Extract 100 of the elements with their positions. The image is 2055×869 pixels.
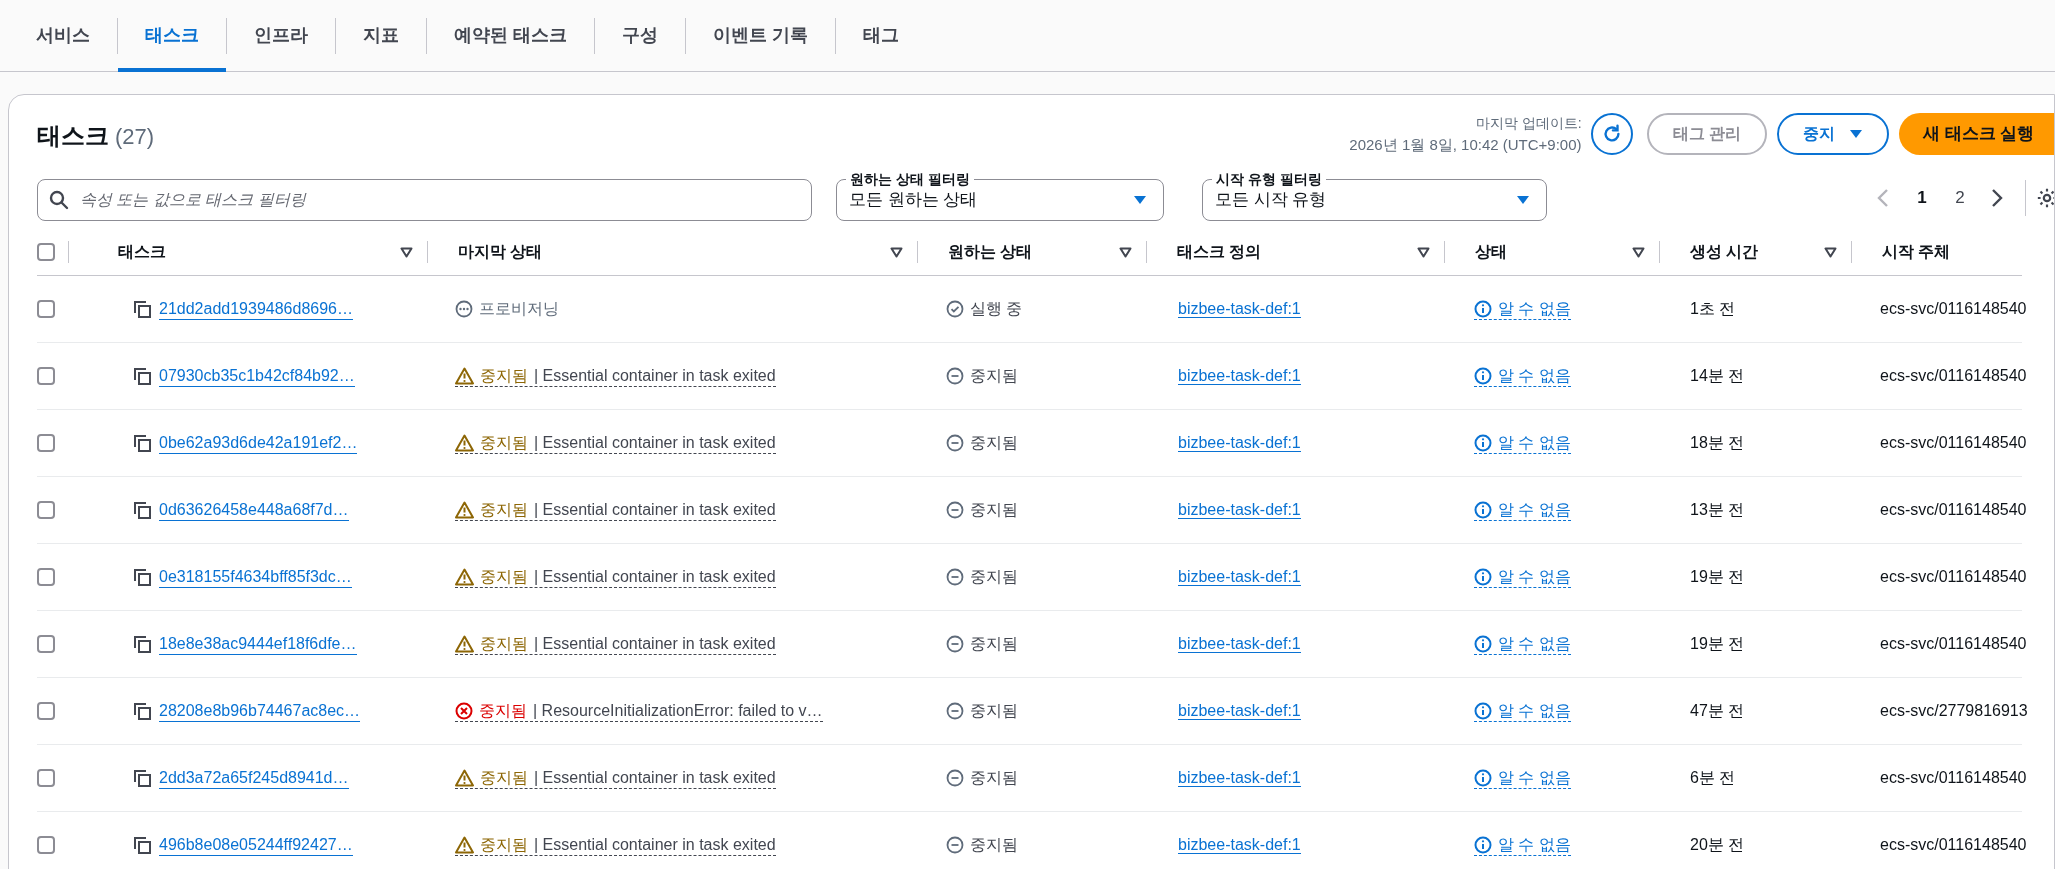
column-header[interactable]: 원하는 상태 (948, 240, 1033, 264)
caret-down-icon[interactable] (400, 246, 413, 258)
checkbox[interactable] (37, 836, 55, 854)
tab[interactable]: 이벤트 기록 (686, 0, 836, 72)
task-definition-link[interactable]: bizbee-task-def:1 (1178, 568, 1301, 586)
tab[interactable]: 예약된 태스크 (427, 0, 594, 72)
status-reason: | Essential container in task exited (534, 834, 776, 855)
tab[interactable]: 태그 (836, 0, 927, 72)
item-count: (27) (115, 123, 155, 151)
checkbox[interactable] (37, 300, 55, 318)
status-popover-trigger[interactable]: 중지됨 | Essential container in task exited (455, 432, 776, 454)
checkbox[interactable] (37, 501, 55, 519)
copy-icon[interactable] (134, 367, 151, 385)
task-link[interactable]: 28208e8b96b74467ac8ec… (159, 700, 361, 722)
health-status-link[interactable]: 알 수 없음 (1474, 499, 1571, 521)
caret-down-icon[interactable] (1119, 246, 1132, 258)
tab[interactable]: 구성 (595, 0, 685, 72)
task-link[interactable]: 496b8e08e05244ff92427… (159, 834, 353, 856)
task-definition-link[interactable]: bizbee-task-def:1 (1178, 501, 1301, 519)
status-label: 중지됨 (970, 433, 1018, 453)
copy-icon[interactable] (134, 434, 151, 452)
health-status-link[interactable]: 알 수 없음 (1474, 298, 1571, 320)
checkbox[interactable] (37, 243, 55, 261)
health-status-link[interactable]: 알 수 없음 (1474, 365, 1571, 387)
health-status-link[interactable]: 알 수 없음 (1474, 834, 1571, 856)
last-updated-time: 2026년 1월 8일, 10:42 (UTC+9:00) (1349, 135, 1582, 155)
task-definition-link[interactable]: bizbee-task-def:1 (1178, 300, 1301, 318)
task-definition-link[interactable]: bizbee-task-def:1 (1178, 367, 1301, 385)
status-reason: | Essential container in task exited (534, 499, 776, 520)
caret-down-icon[interactable] (1417, 246, 1430, 258)
status-popover-trigger[interactable]: 중지됨 | Essential container in task exited (455, 633, 776, 655)
status-reason: | Essential container in task exited (534, 767, 776, 788)
checkbox[interactable] (37, 434, 55, 452)
checkbox[interactable] (37, 769, 55, 787)
copy-icon[interactable] (134, 769, 151, 787)
tab[interactable]: 태스크 (118, 0, 226, 72)
task-link[interactable]: 18e8e38ac9444ef18f6dfe… (159, 633, 357, 655)
caret-down-icon[interactable] (1824, 246, 1837, 258)
settings-icon[interactable] (2036, 187, 2054, 209)
page-link[interactable]: 2 (1941, 185, 1979, 211)
task-definition-link[interactable]: bizbee-task-def:1 (1178, 836, 1301, 854)
task-link[interactable]: 07930cb35c1b42cf84b92… (159, 365, 355, 387)
status-popover-trigger[interactable]: 중지됨 | ResourceInitializationError: failed to v… (455, 700, 823, 722)
dropdown-button[interactable]: 중지 (1777, 113, 1889, 155)
task-definition-link[interactable]: bizbee-task-def:1 (1178, 635, 1301, 653)
health-status-link[interactable]: 알 수 없음 (1474, 767, 1571, 789)
task-definition-link[interactable]: bizbee-task-def:1 (1178, 702, 1301, 720)
chevron-right-icon[interactable] (1991, 188, 2003, 208)
created-time: 18분 전 (1690, 434, 1745, 451)
status-reason: | Essential container in task exited (534, 633, 776, 654)
task-link[interactable]: 0be62a93d6de42a191ef2… (159, 432, 358, 454)
copy-icon[interactable] (134, 568, 151, 586)
status-popover-trigger[interactable]: 중지됨 | Essential container in task exited (455, 834, 776, 856)
started-by: ecs-svc/0116148540 (1880, 635, 2027, 652)
started-by: ecs-svc/0116148540 (1880, 434, 2027, 451)
task-link[interactable]: 2dd3a72a65f245d8941d… (159, 767, 349, 789)
column-header[interactable]: 생성 시간 (1690, 240, 1759, 264)
health-status-link[interactable]: 알 수 없음 (1474, 432, 1571, 454)
task-definition-link[interactable]: bizbee-task-def:1 (1178, 769, 1301, 787)
column-header[interactable]: 태스크 정의 (1177, 240, 1262, 264)
checkbox[interactable] (37, 568, 55, 586)
caret-down-icon[interactable] (1632, 246, 1645, 258)
column-header[interactable]: 태스크 (118, 240, 166, 264)
tab[interactable]: 서비스 (9, 0, 117, 72)
page-link[interactable]: 1 (1903, 185, 1941, 211)
search-field[interactable]: 속성 또는 값으로 태스크 필터링 (37, 179, 812, 221)
column-header[interactable]: 마지막 상태 (458, 240, 543, 264)
checkbox[interactable] (37, 367, 55, 385)
copy-icon[interactable] (134, 836, 151, 854)
task-definition-link[interactable]: bizbee-task-def:1 (1178, 434, 1301, 452)
status-label: 중지됨 (480, 767, 528, 788)
search-icon (49, 190, 69, 210)
copy-icon[interactable] (134, 300, 151, 318)
status-popover-trigger[interactable]: 중지됨 | Essential container in task exited (455, 499, 776, 521)
copy-icon[interactable] (134, 635, 151, 653)
health-status-link[interactable]: 알 수 없음 (1474, 633, 1571, 655)
tab[interactable]: 인프라 (227, 0, 335, 72)
health-status-link[interactable]: 알 수 없음 (1474, 566, 1571, 588)
started-by: ecs-svc/0116148540 (1880, 568, 2027, 585)
created-time: 19분 전 (1690, 568, 1745, 585)
status-label: 중지됨 (480, 365, 528, 386)
refresh-button[interactable] (1590, 113, 1633, 155)
column-header[interactable]: 상태 (1475, 240, 1507, 264)
task-link[interactable]: 21dd2add1939486d8696… (159, 298, 353, 320)
checkbox[interactable] (37, 702, 55, 720)
column-header[interactable]: 시작 주체 (1882, 240, 1951, 264)
status-popover-trigger[interactable]: 중지됨 | Essential container in task exited (455, 767, 776, 789)
tab[interactable]: 지표 (336, 0, 426, 72)
primary-button[interactable]: 새 태스크 실행 (1899, 113, 2054, 155)
copy-icon[interactable] (134, 702, 151, 720)
started-by: ecs-svc/2779816913 (1880, 702, 2028, 719)
task-link[interactable]: 0e318155f4634bff85f3dc… (159, 566, 352, 588)
task-link[interactable]: 0d63626458e448a68f7d… (159, 499, 349, 521)
info-icon (1474, 835, 1492, 854)
copy-icon[interactable] (134, 501, 151, 519)
checkbox[interactable] (37, 635, 55, 653)
caret-down-icon[interactable] (890, 246, 903, 258)
health-status-link[interactable]: 알 수 없음 (1474, 700, 1571, 722)
status-popover-trigger[interactable]: 중지됨 | Essential container in task exited (455, 566, 776, 588)
status-popover-trigger[interactable]: 중지됨 | Essential container in task exited (455, 365, 776, 387)
